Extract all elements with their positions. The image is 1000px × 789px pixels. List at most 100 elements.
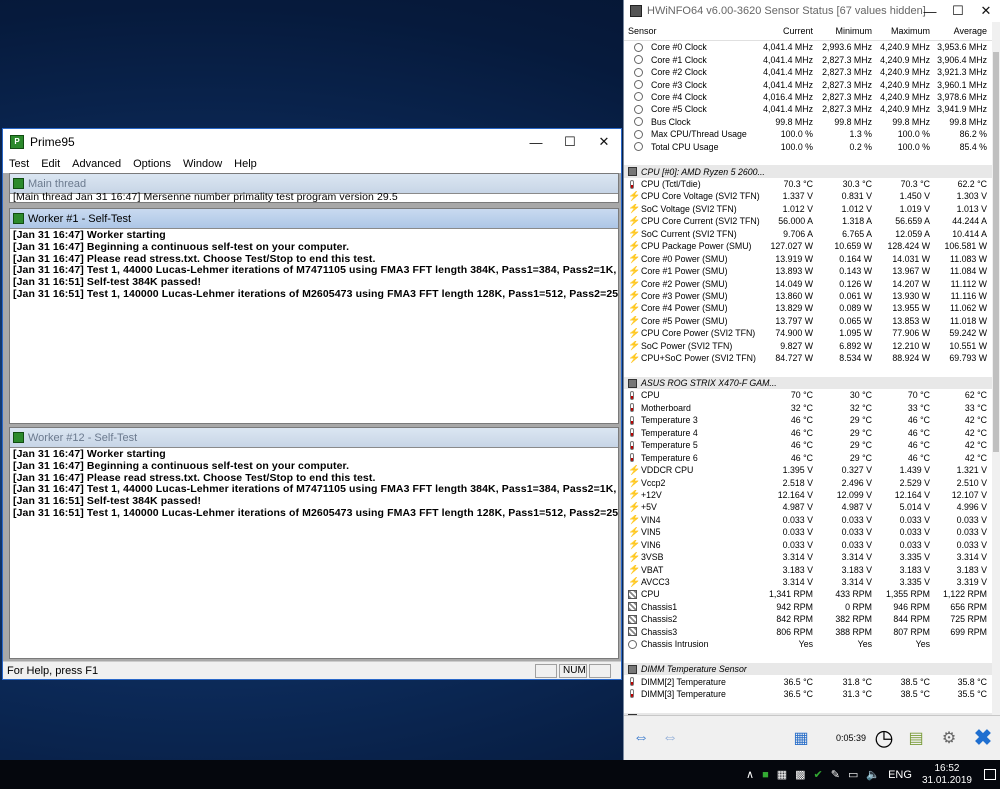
sensor-row[interactable]: ⚡ VIN6 0.033 V 0.033 V 0.033 V 0.033 V xyxy=(624,539,1000,551)
sensor-row[interactable]: Core #4 Clock 4,016.4 MHz 2,827.3 MHz 4,240… xyxy=(624,91,1000,103)
sensor-row[interactable]: CPU 1,341 RPM 433 RPM 1,355 RPM 1,122 RPM xyxy=(624,588,1000,600)
hwinfo-titlebar[interactable]: HWiNFO64 v6.00-3620 Sensor Status [67 va… xyxy=(624,0,1000,22)
sensor-row[interactable]: Chassis1 942 RPM 0 RPM 946 RPM 656 RPM xyxy=(624,601,1000,613)
maximize-button[interactable]: ☐ xyxy=(944,0,972,22)
sensor-row[interactable]: CPU 70 °C 30 °C 70 °C 62 °C xyxy=(624,389,1000,401)
sensor-maximum-value: 13.967 W xyxy=(892,266,930,277)
worker12-window[interactable]: Worker #12 - Self-Test [Jan 31 16:47] Wo… xyxy=(9,427,619,659)
prime95-tray-icon[interactable]: ■ xyxy=(762,769,769,781)
menu-edit[interactable]: Edit xyxy=(41,158,60,170)
sensor-group-row[interactable]: CPU [#0]: AMD Ryzen 5 2600... xyxy=(624,165,1000,178)
sensor-row[interactable]: ⚡ SoC Power (SVI2 TFN) 9.827 W 6.892 W 12.21… xyxy=(624,340,1000,352)
network-tray-icon[interactable]: ▭ xyxy=(848,768,858,781)
hwinfo-window[interactable]: HWiNFO64 v6.00-3620 Sensor Status [67 va… xyxy=(623,0,1000,760)
worker1-titlebar[interactable]: Worker #1 - Self-Test xyxy=(10,209,618,229)
taskbar-clock[interactable]: 16:52 31.01.2019 xyxy=(922,763,972,787)
maximize-button[interactable]: ☐ xyxy=(553,129,587,155)
sensor-group-row[interactable]: ASUS ROG STRIX X470-F GAM... xyxy=(624,376,1000,390)
scrollbar-thumb[interactable] xyxy=(993,52,999,452)
sensor-row[interactable]: ⚡ Core #2 Power (SMU) 14.049 W 0.126 W 14.20… xyxy=(624,277,1000,289)
next-arrows-icon[interactable]: ⇔ xyxy=(656,722,684,754)
notification-icon[interactable] xyxy=(984,769,996,780)
sensor-row[interactable]: CPU (Tctl/Tdie) 70.3 °C 30.3 °C 70.3 °C 62.2… xyxy=(624,178,1000,190)
sensor-row[interactable]: ⚡ SoC Current (SVI2 TFN) 9.706 A 6.765 A 12.… xyxy=(624,228,1000,240)
sensor-row[interactable]: ⚡ CPU Core Voltage (SVI2 TFN) 1.337 V 0.831… xyxy=(624,190,1000,202)
sensor-row[interactable]: Core #5 Clock 4,041.4 MHz 2,827.3 MHz 4,240… xyxy=(624,103,1000,115)
report-icon[interactable]: ▤ xyxy=(902,722,930,754)
sensor-average-value: 3,978.6 MHz xyxy=(937,91,987,102)
sensor-row[interactable]: ⚡ Core #0 Power (SMU) 13.919 W 0.164 W 14.03… xyxy=(624,252,1000,264)
clock-icon[interactable]: ◷ xyxy=(870,722,898,754)
sensor-row[interactable]: ⚡ CPU Core Power (SVI2 TFN) 74.900 W 1.095 … xyxy=(624,327,1000,339)
column-header-maximum[interactable]: Maximum xyxy=(875,26,933,36)
sensor-row[interactable]: Chassis Intrusion Yes Yes Yes xyxy=(624,638,1000,650)
sensor-row[interactable]: Temperature 4 46 °C 29 °C 46 °C 42 °C xyxy=(624,427,1000,439)
main-thread-window[interactable]: Main thread [Main thread Jan 31 16:47] M… xyxy=(9,173,619,203)
sensor-row[interactable]: Core #2 Clock 4,041.4 MHz 2,827.3 MHz 4,240… xyxy=(624,66,1000,78)
sensor-row[interactable]: Temperature 6 46 °C 29 °C 46 °C 42 °C xyxy=(624,451,1000,463)
language-indicator[interactable]: ENG xyxy=(888,769,912,781)
menu-advanced[interactable]: Advanced xyxy=(72,158,121,170)
sensor-row[interactable]: Temperature 5 46 °C 29 °C 46 °C 42 °C xyxy=(624,439,1000,451)
column-header-current[interactable]: Current xyxy=(760,26,816,36)
sensor-row[interactable]: Core #1 Clock 4,041.4 MHz 2,827.3 MHz 4,240… xyxy=(624,53,1000,65)
defender-icon[interactable]: ✔ xyxy=(814,768,823,781)
sensor-row[interactable]: ⚡ AVCC3 3.314 V 3.314 V 3.335 V 3.319 V xyxy=(624,576,1000,588)
sensor-row[interactable]: DIMM[3] Temperature 36.5 °C 31.3 °C 38.5 °C… xyxy=(624,688,1000,700)
sensor-row[interactable]: ⚡ +12V 12.164 V 12.099 V 12.164 V 12.107 V xyxy=(624,489,1000,501)
prime95-window[interactable]: P Prime95 — ☐ ✕ Test Edit Advanced Optio… xyxy=(2,128,622,680)
sensor-row[interactable]: ⚡ CPU Core Current (SVI2 TFN) 56.000 A 1.31… xyxy=(624,215,1000,227)
sensor-table[interactable]: Sensor Current Minimum Maximum Average C… xyxy=(624,22,1000,715)
close-button[interactable]: ✕ xyxy=(972,0,1000,22)
minimize-button[interactable]: — xyxy=(519,129,553,155)
sensor-row[interactable]: Bus Clock 99.8 MHz 99.8 MHz 99.8 MHz 99.8 MH… xyxy=(624,116,1000,128)
sensor-row[interactable]: Total CPU Usage 100.0 % 0.2 % 100.0 % 85.4 % xyxy=(624,141,1000,153)
pen-icon[interactable]: ✎ xyxy=(831,768,840,781)
sensor-group-row[interactable]: DIMM Temperature Sensor xyxy=(624,662,1000,676)
sensor-row[interactable]: DIMM[2] Temperature 36.5 °C 31.8 °C 38.5 °C… xyxy=(624,675,1000,687)
sensor-row[interactable]: ⚡ Core #4 Power (SMU) 13.829 W 0.089 W 13.95… xyxy=(624,302,1000,314)
sensor-row[interactable]: Max CPU/Thread Usage 100.0 % 1.3 % 100.0 % 8… xyxy=(624,128,1000,140)
sensor-row[interactable]: Temperature 3 46 °C 29 °C 46 °C 42 °C xyxy=(624,414,1000,426)
network-icon[interactable]: ▦ xyxy=(784,722,818,754)
sensor-row[interactable]: Chassis3 806 RPM 388 RPM 807 RPM 699 RPM xyxy=(624,626,1000,638)
sensor-row[interactable]: ⚡ VDDCR CPU 1.395 V 0.327 V 1.439 V 1.321 V xyxy=(624,464,1000,476)
minimize-button[interactable]: — xyxy=(916,0,944,22)
menu-window[interactable]: Window xyxy=(183,158,222,170)
sensor-row[interactable]: ⚡ +5V 4.987 V 4.987 V 5.014 V 4.996 V xyxy=(624,501,1000,513)
menu-test[interactable]: Test xyxy=(9,158,29,170)
sensor-row[interactable]: ⚡ CPU Package Power (SMU) 127.027 W 10.659 … xyxy=(624,240,1000,252)
sensor-row[interactable]: ⚡ Vccp2 2.518 V 2.496 V 2.529 V 2.510 V xyxy=(624,476,1000,488)
sensor-scrollbar[interactable] xyxy=(992,22,1000,715)
sensor-row[interactable]: Motherboard 32 °C 32 °C 33 °C 33 °C xyxy=(624,402,1000,414)
column-header-average[interactable]: Average xyxy=(933,26,990,36)
close-x-icon[interactable]: ✖ xyxy=(968,722,998,754)
sensor-row[interactable]: ⚡ Core #3 Power (SMU) 13.860 W 0.061 W 13.93… xyxy=(624,290,1000,302)
sensor-row[interactable]: ⚡ VIN4 0.033 V 0.033 V 0.033 V 0.033 V xyxy=(624,514,1000,526)
settings-icon[interactable]: ⚙ xyxy=(934,722,964,754)
column-header-minimum[interactable]: Minimum xyxy=(816,26,875,36)
sensor-row[interactable]: ⚡ CPU+SoC Power (SVI2 TFN) 84.727 W 8.534 W… xyxy=(624,352,1000,364)
prime95-titlebar[interactable]: P Prime95 — ☐ ✕ xyxy=(3,129,621,155)
sensor-row[interactable]: ⚡ SoC Voltage (SVI2 TFN) 1.012 V 1.012 V 1.0… xyxy=(624,203,1000,215)
menu-options[interactable]: Options xyxy=(133,158,171,170)
sensor-row[interactable]: Chassis2 842 RPM 382 RPM 844 RPM 725 RPM xyxy=(624,613,1000,625)
worker1-window[interactable]: Worker #1 - Self-Test [Jan 31 16:47] Wor… xyxy=(9,208,619,424)
volume-icon[interactable]: 🔈 xyxy=(866,768,880,781)
sensor-row[interactable]: Core #3 Clock 4,041.4 MHz 2,827.3 MHz 4,240… xyxy=(624,78,1000,90)
prev-arrows-icon[interactable]: ⇔ xyxy=(628,722,654,754)
column-header-sensor[interactable]: Sensor xyxy=(624,26,760,36)
sensor-row[interactable]: ⚡ Core #1 Power (SMU) 13.893 W 0.143 W 13.96… xyxy=(624,265,1000,277)
menu-help[interactable]: Help xyxy=(234,158,257,170)
tray-app-icon[interactable]: ▩ xyxy=(795,768,805,781)
tray-chevron-icon[interactable]: ∧ xyxy=(746,768,754,781)
hwinfo-tray-icon[interactable]: ▦ xyxy=(777,768,787,781)
sensor-row[interactable]: ⚡ VBAT 3.183 V 3.183 V 3.183 V 3.183 V xyxy=(624,563,1000,575)
sensor-row[interactable]: ⚡ VIN5 0.033 V 0.033 V 0.033 V 0.033 V xyxy=(624,526,1000,538)
prime95-menubar: Test Edit Advanced Options Window Help xyxy=(3,155,621,173)
worker12-titlebar[interactable]: Worker #12 - Self-Test xyxy=(10,428,618,448)
sensor-row[interactable]: ⚡ Core #5 Power (SMU) 13.797 W 0.065 W 13.85… xyxy=(624,315,1000,327)
close-button[interactable]: ✕ xyxy=(587,129,621,155)
sensor-row[interactable]: Core #0 Clock 4,041.4 MHz 2,993.6 MHz 4,240… xyxy=(624,41,1000,53)
sensor-row[interactable]: ⚡ 3VSB 3.314 V 3.314 V 3.335 V 3.314 V xyxy=(624,551,1000,563)
